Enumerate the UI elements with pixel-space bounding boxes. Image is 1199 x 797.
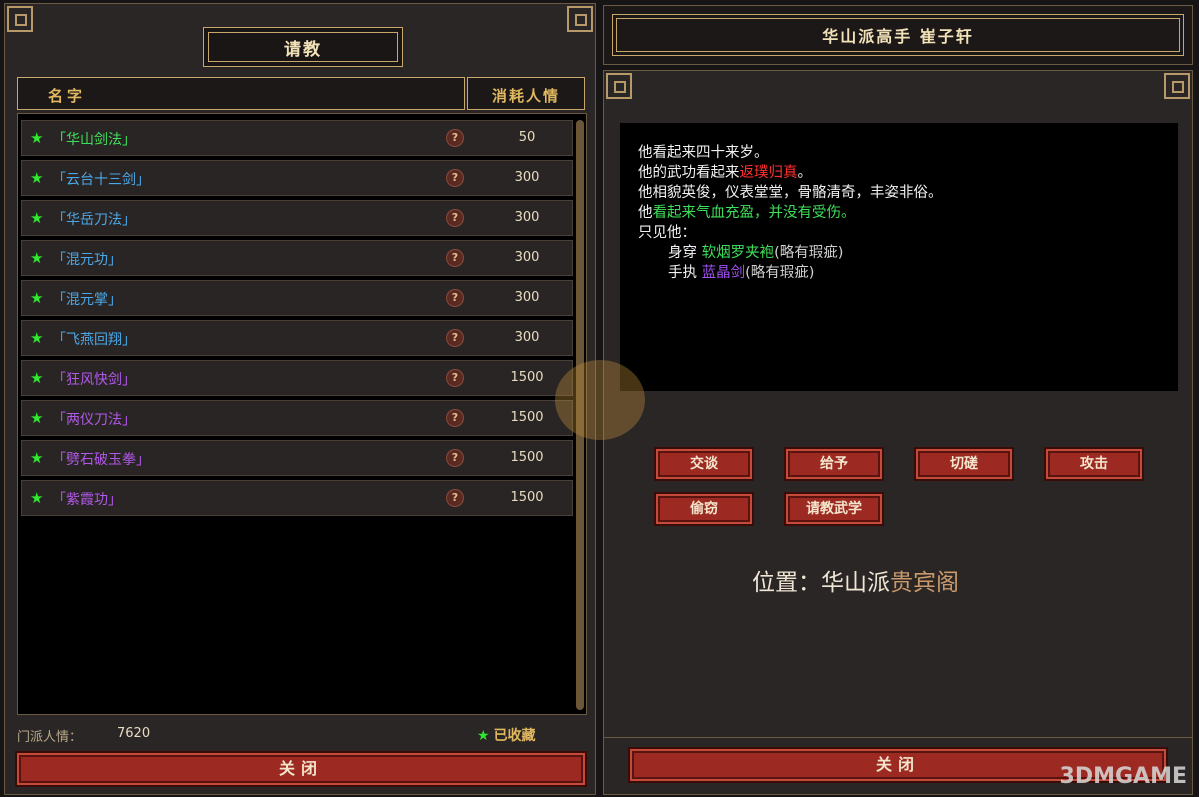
learn-martial-arts-button[interactable]: 请教武学 <box>786 494 882 524</box>
star-icon[interactable]: ★ <box>30 410 46 426</box>
column-header-cost[interactable]: 消耗人情 <box>467 77 585 110</box>
skill-cost: 1500 <box>510 450 544 465</box>
skill-row[interactable]: ★ 「狂风快剑」? 1500 <box>21 360 573 396</box>
desc-line: 他看起来四十来岁。 <box>638 145 769 161</box>
npc-header: 华山派高手 崔子轩 <box>603 5 1193 65</box>
close-button[interactable]: 关闭 <box>17 753 585 785</box>
star-icon[interactable]: ★ <box>30 210 46 226</box>
skill-row[interactable]: ★ 「华山剑法」? 50 <box>21 120 573 156</box>
desc-line: 他相貌英俊，仪表堂堂，骨骼清奇，丰姿非俗。 <box>638 185 943 201</box>
star-icon[interactable]: ★ <box>30 330 46 346</box>
skill-name: 「劈石破玉拳」 <box>52 452 150 468</box>
watermark-mascot-icon <box>555 360 645 440</box>
skill-cost: 1500 <box>510 370 544 385</box>
skill-cost: 300 <box>514 290 540 305</box>
skill-name: 「混元功」 <box>52 252 122 268</box>
skill-name: 「华岳刀法」 <box>52 212 136 228</box>
panel-title: 请教 <box>203 27 403 67</box>
star-icon[interactable]: ★ <box>30 370 46 386</box>
skill-cost: 300 <box>514 330 540 345</box>
skill-name: 「紫霞功」 <box>52 492 122 508</box>
skill-cost: 1500 <box>510 490 544 505</box>
watermark-logo: 3DMGAME <box>1059 764 1187 789</box>
star-icon[interactable]: ★ <box>30 490 46 506</box>
skill-cost: 1500 <box>510 410 544 425</box>
column-header-name[interactable]: 名字 <box>17 77 465 110</box>
help-icon[interactable]: ? <box>446 369 464 387</box>
sect-favor-value: 7620 <box>117 726 151 741</box>
help-icon[interactable]: ? <box>446 289 464 307</box>
star-icon[interactable]: ★ <box>30 250 46 266</box>
skill-cost: 300 <box>514 250 540 265</box>
skill-name: 「两仪刀法」 <box>52 412 136 428</box>
skill-row[interactable]: ★ 「两仪刀法」? 1500 <box>21 400 573 436</box>
help-icon[interactable]: ? <box>446 249 464 267</box>
corner-ornament <box>1164 73 1190 99</box>
star-icon: ★ <box>477 728 490 744</box>
help-icon[interactable]: ? <box>446 409 464 427</box>
attack-button[interactable]: 攻击 <box>1046 449 1142 479</box>
corner-ornament <box>567 6 593 32</box>
desc-line: 他看起来气血充盈，并没有受伤。 <box>638 205 856 221</box>
skill-cost: 300 <box>514 170 540 185</box>
skill-list: ★ 「华山剑法」? 50 ★ 「云台十三剑」? 300 ★ 「华岳刀法」? 300 ★ 「混元功」?… <box>17 113 587 715</box>
help-icon[interactable]: ? <box>446 329 464 347</box>
skill-cost: 300 <box>514 210 540 225</box>
corner-ornament <box>606 73 632 99</box>
star-icon[interactable]: ★ <box>30 290 46 306</box>
star-icon[interactable]: ★ <box>30 130 46 146</box>
skill-name: 「混元掌」 <box>52 292 122 308</box>
equipment-sword: 手执 蓝晶剑(略有瑕疵) <box>668 265 815 281</box>
npc-info-panel: 他看起来四十来岁。 他的武功看起来返璞归真。 他相貌英俊，仪表堂堂，骨骼清奇，丰… <box>603 70 1193 795</box>
desc-line: 只见他： <box>638 225 696 241</box>
skill-cost: 50 <box>518 130 536 145</box>
talk-button[interactable]: 交谈 <box>656 449 752 479</box>
skill-row[interactable]: ★ 「劈石破玉拳」? 1500 <box>21 440 573 476</box>
equipment-robe: 身穿 软烟罗夹袍(略有瑕疵) <box>668 245 844 261</box>
skill-row[interactable]: ★ 「华岳刀法」? 300 <box>21 200 573 236</box>
divider <box>604 737 1192 738</box>
skill-row[interactable]: ★ 「紫霞功」? 1500 <box>21 480 573 516</box>
skill-row[interactable]: ★ 「混元功」? 300 <box>21 240 573 276</box>
skill-name: 「云台十三剑」 <box>52 172 150 188</box>
panel-title-text: 请教 <box>284 39 322 60</box>
skill-row[interactable]: ★ 「飞燕回翔」? 300 <box>21 320 573 356</box>
skill-row[interactable]: ★ 「混元掌」? 300 <box>21 280 573 316</box>
corner-ornament <box>7 6 33 32</box>
skill-row[interactable]: ★ 「云台十三剑」? 300 <box>21 160 573 196</box>
star-icon[interactable]: ★ <box>30 450 46 466</box>
steal-button[interactable]: 偷窃 <box>656 494 752 524</box>
npc-title: 华山派高手 崔子轩 <box>612 14 1184 56</box>
npc-description: 他看起来四十来岁。 他的武功看起来返璞归真。 他相貌英俊，仪表堂堂，骨骼清奇，丰… <box>620 123 1178 391</box>
skill-name: 「华山剑法」 <box>52 132 136 148</box>
location-text: 位置：华山派贵宾阁 <box>752 570 959 596</box>
sect-favor-label: 门派人情： <box>17 730 83 745</box>
star-icon[interactable]: ★ <box>30 170 46 186</box>
help-icon[interactable]: ? <box>446 209 464 227</box>
spar-button[interactable]: 切磋 <box>916 449 1012 479</box>
npc-title-text: 华山派高手 崔子轩 <box>822 27 974 46</box>
help-icon[interactable]: ? <box>446 129 464 147</box>
favorited-label: 已收藏 <box>493 728 536 744</box>
skill-name: 「飞燕回翔」 <box>52 332 136 348</box>
help-icon[interactable]: ? <box>446 489 464 507</box>
teach-panel: 请教 名字 消耗人情 ★ 「华山剑法」? 50 ★ 「云台十三剑」? 300 ★ 「华岳刀法」… <box>4 3 596 795</box>
help-icon[interactable]: ? <box>446 449 464 467</box>
give-button[interactable]: 给予 <box>786 449 882 479</box>
skill-name: 「狂风快剑」 <box>52 372 136 388</box>
favorited-toggle[interactable]: ★ 已收藏 <box>477 725 536 745</box>
help-icon[interactable]: ? <box>446 169 464 187</box>
desc-line: 他的武功看起来返璞归真。 <box>638 165 812 181</box>
